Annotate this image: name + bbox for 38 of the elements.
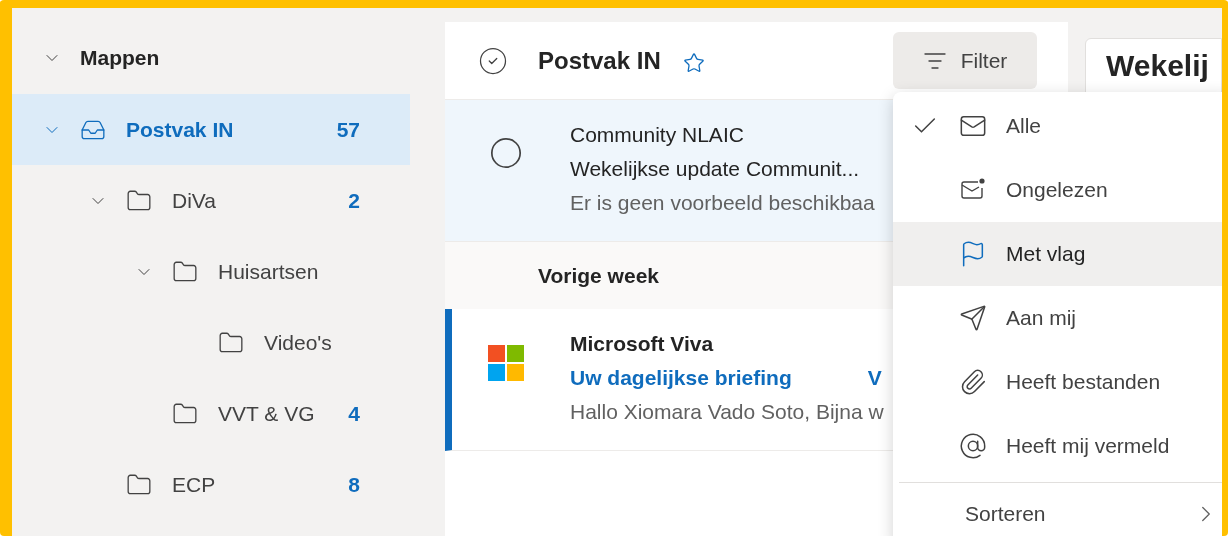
message-preview: Er is geen voorbeeld beschikbaa: [570, 190, 875, 216]
logo-icon: [488, 345, 524, 381]
reading-pane-title: Wekelij: [1106, 49, 1209, 82]
message-subject: Uw dagelijkse briefing: [570, 365, 792, 391]
folder-item[interactable]: VVT & VG 4: [12, 378, 410, 449]
folder-item[interactable]: Video's: [12, 307, 410, 378]
sort-option[interactable]: Sorteren: [893, 483, 1222, 536]
filter-option[interactable]: Met vlag: [893, 222, 1222, 286]
folder-item[interactable]: ECP 8: [12, 449, 410, 520]
message-date: V: [867, 365, 882, 391]
folder-item[interactable]: DiVa 2: [12, 165, 410, 236]
folder-label: Video's: [264, 329, 332, 356]
folder-item[interactable]: Huisartsen: [12, 236, 410, 307]
folder-label: DiVa: [172, 187, 216, 214]
unread-count: 8: [348, 471, 360, 498]
folder-label: Huisartsen: [218, 258, 319, 285]
select-all-icon[interactable]: [478, 45, 508, 76]
group-header: Vorige week: [538, 262, 659, 289]
folder-label: ECP: [172, 471, 216, 498]
message-sender: Community NLAIC: [570, 122, 745, 148]
message-preview: Hallo Xiomara Vado Soto, Bijna w: [570, 399, 884, 425]
message-sender: Microsoft Viva: [570, 331, 715, 357]
message-subject: Wekelijkse update Communit...: [570, 156, 860, 182]
folder-label: Postvak IN: [126, 116, 234, 143]
paperclip-icon: [959, 368, 987, 396]
folder-label: VVT & VG: [218, 400, 315, 427]
folder-item[interactable]: Postvak IN 57: [12, 94, 410, 165]
unread-count: 4: [348, 400, 360, 427]
select-circle-icon[interactable]: [489, 136, 523, 170]
section-label: Mappen: [80, 45, 160, 72]
favorite-star-icon[interactable]: [682, 51, 705, 74]
list-title: Postvak IN: [538, 45, 661, 76]
at-sign-icon: [959, 432, 987, 460]
send-icon: [959, 304, 987, 332]
unread-count: 2: [348, 187, 360, 214]
section-header[interactable]: Mappen: [12, 22, 445, 94]
unread-count: 57: [336, 116, 360, 143]
filter-button[interactable]: Filter: [893, 32, 1037, 89]
